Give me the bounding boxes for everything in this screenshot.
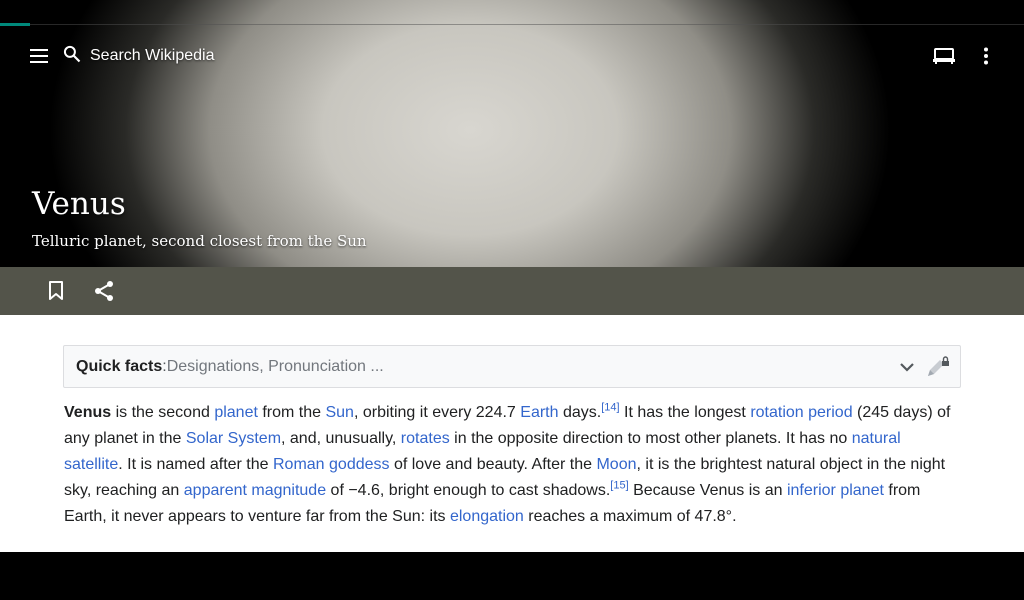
text: reaches a maximum of 47.8°. bbox=[523, 508, 737, 525]
link-moon[interactable]: Moon bbox=[596, 456, 636, 473]
bookmark-icon[interactable] bbox=[36, 271, 76, 311]
search-bar[interactable]: Search Wikipedia bbox=[62, 44, 215, 68]
top-toolbar: Search Wikipedia bbox=[0, 34, 1024, 78]
text: It has the longest bbox=[619, 404, 751, 421]
text: from the bbox=[257, 404, 326, 421]
text: of −4.6, bright enough to cast shadows. bbox=[326, 482, 611, 499]
link-planet[interactable]: planet bbox=[214, 404, 258, 421]
reference-14[interactable]: [14] bbox=[601, 402, 619, 414]
search-placeholder: Search Wikipedia bbox=[90, 47, 215, 64]
text: , orbiting it every 224.7 bbox=[353, 404, 521, 421]
link-earth[interactable]: Earth bbox=[520, 404, 558, 421]
text: Because Venus is an bbox=[628, 482, 787, 499]
link-elongation[interactable]: elongation bbox=[450, 508, 524, 525]
text: , and, unusually, bbox=[281, 430, 401, 447]
text: is the second bbox=[111, 404, 215, 421]
article-content: Quick facts : Designations, Pronunciatio… bbox=[0, 315, 1024, 552]
search-icon bbox=[62, 44, 82, 69]
bold-term: Venus bbox=[64, 404, 112, 421]
link-apparent-magnitude[interactable]: apparent magnitude bbox=[184, 482, 326, 499]
progress-track bbox=[30, 24, 1024, 25]
link-solar-system[interactable]: Solar System bbox=[186, 430, 281, 447]
edit-locked-icon[interactable] bbox=[924, 354, 952, 385]
hamburger-menu-icon[interactable] bbox=[20, 36, 60, 76]
text: . It is named after the bbox=[118, 456, 273, 473]
link-rotates[interactable]: rotates bbox=[401, 430, 450, 447]
article-action-bar bbox=[0, 267, 1024, 315]
quick-facts-items: Designations, Pronunciation ... bbox=[166, 357, 384, 375]
link-sun[interactable]: Sun bbox=[325, 404, 353, 421]
text: in the opposite direction to most other … bbox=[449, 430, 852, 447]
text: of love and beauty. After the bbox=[389, 456, 597, 473]
article-header-image: Search Wikipedia Venus Telluric planet, … bbox=[0, 0, 1024, 267]
article-title: Venus bbox=[32, 186, 126, 222]
chevron-down-icon[interactable] bbox=[898, 358, 916, 381]
link-inferior-planet[interactable]: inferior planet bbox=[787, 482, 884, 499]
link-roman-goddess[interactable]: Roman goddess bbox=[273, 456, 390, 473]
quick-facts-box[interactable]: Quick facts : Designations, Pronunciatio… bbox=[63, 345, 961, 388]
link-rotation-period[interactable]: rotation period bbox=[750, 404, 852, 421]
article-description: Telluric planet, second closest from the… bbox=[32, 232, 367, 250]
loading-progress-bar bbox=[0, 23, 30, 26]
lead-paragraph: Venus is the second planet from the Sun,… bbox=[64, 400, 960, 530]
share-icon[interactable] bbox=[84, 271, 124, 311]
more-vert-icon[interactable] bbox=[966, 36, 1006, 76]
reading-lists-icon[interactable] bbox=[924, 36, 964, 76]
quick-facts-label: Quick facts bbox=[76, 357, 163, 375]
reference-15[interactable]: [15] bbox=[610, 480, 628, 492]
text: days. bbox=[558, 404, 602, 421]
